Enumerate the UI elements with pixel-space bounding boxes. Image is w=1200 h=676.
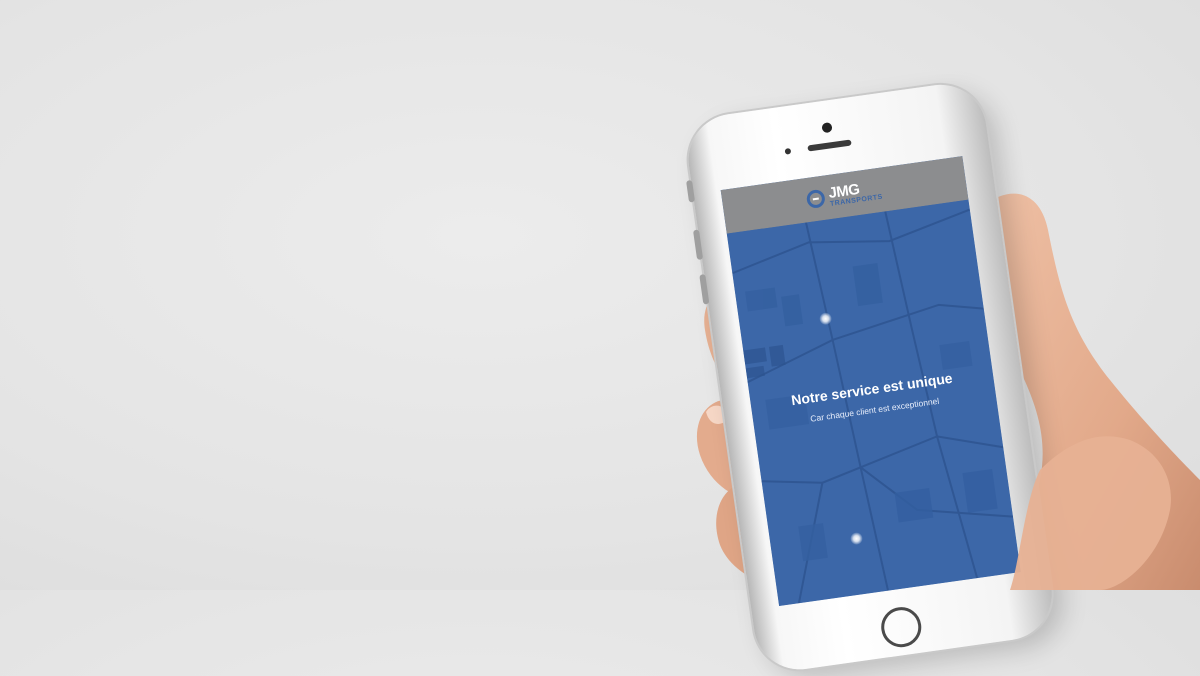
home-button[interactable]: [878, 604, 924, 650]
logo-text: JMG TRANSPORTS: [827, 179, 883, 208]
earpiece-speaker: [807, 139, 852, 152]
proximity-sensor: [784, 147, 792, 155]
phone-screen: JMG TRANSPORTS Notre service est unique …: [720, 156, 1021, 606]
front-camera-icon: [821, 122, 833, 134]
scene: JMG TRANSPORTS Notre service est unique …: [0, 0, 1200, 676]
jmg-logo-icon: [806, 188, 827, 210]
jmg-logo[interactable]: JMG TRANSPORTS: [806, 179, 883, 211]
